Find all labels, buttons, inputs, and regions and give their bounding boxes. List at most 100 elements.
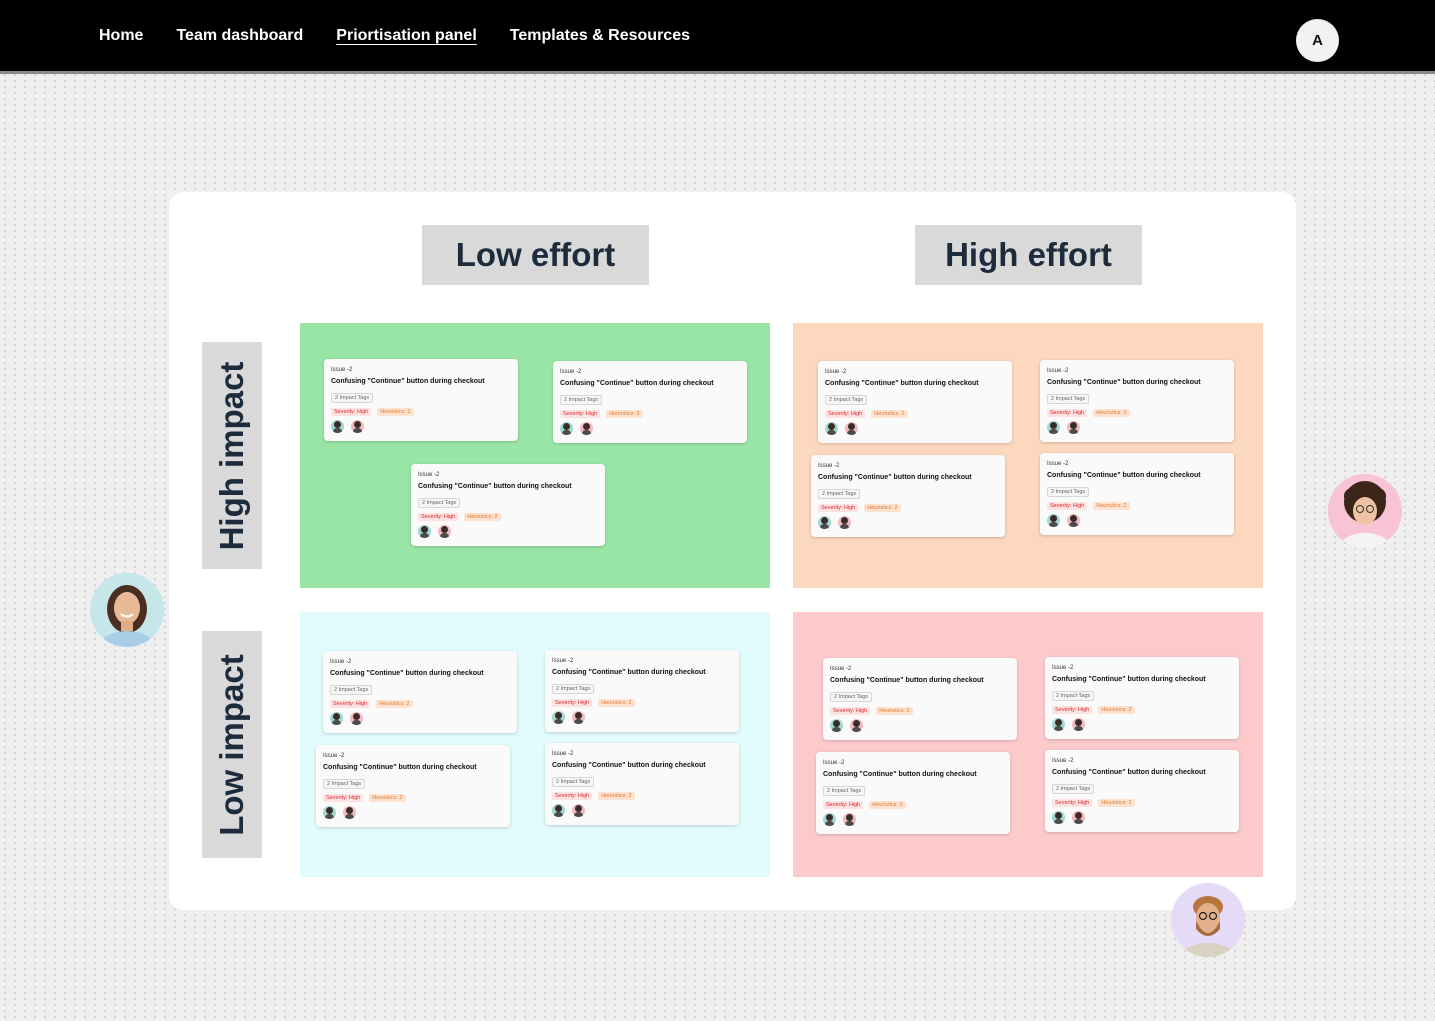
assignee-avatar-icon[interactable] (552, 804, 565, 817)
issue-title: Confusing "Continue" button during check… (825, 380, 979, 387)
issue-card[interactable]: Issue -2 Confusing "Continue" button dur… (411, 464, 605, 546)
assignee-avatar-icon[interactable] (323, 806, 336, 819)
impact-tags-chip[interactable]: 2 Impact Tags (830, 692, 873, 702)
assignee-avatar-icon[interactable] (331, 420, 344, 433)
assignee-avatar-icon[interactable] (572, 804, 585, 817)
assignee-avatar-icon[interactable] (418, 525, 431, 538)
impact-tags-chip[interactable]: 2 Impact Tags (823, 786, 866, 796)
issue-card[interactable]: Issue -2 Confusing "Continue" button dur… (324, 359, 518, 441)
impact-tags-chip[interactable]: 2 Impact Tags (825, 395, 868, 405)
assignee-avatar-icon[interactable] (351, 420, 364, 433)
issue-tags: Severity: High Heuristics: 2 (330, 700, 510, 708)
issue-id: Issue -2 (818, 463, 840, 469)
assignee-avatar-icon[interactable] (1052, 811, 1065, 824)
assignee-avatar-icon[interactable] (845, 422, 858, 435)
issue-card[interactable]: Issue -2 Confusing "Continue" button dur… (545, 650, 739, 732)
issue-title: Confusing "Continue" button during check… (823, 771, 977, 778)
assignee-avatar-icon[interactable] (823, 813, 836, 826)
assignee-avatar-icon[interactable] (830, 719, 843, 732)
assignee-avatar-icon[interactable] (330, 712, 343, 725)
assignee-avatar-icon[interactable] (850, 719, 863, 732)
top-nav-bar: Home Team dashboard Priortisation panel … (0, 0, 1435, 74)
issue-card[interactable]: Issue -2 Confusing "Continue" button dur… (316, 745, 510, 827)
issue-card[interactable]: Issue -2 Confusing "Continue" button dur… (553, 361, 747, 443)
assignee-avatar-icon[interactable] (1067, 421, 1080, 434)
issue-card[interactable]: Issue -2 Confusing "Continue" button dur… (811, 455, 1005, 537)
nav-team-dashboard[interactable]: Team dashboard (176, 27, 303, 45)
issue-card[interactable]: Issue -2 Confusing "Continue" button dur… (1040, 360, 1234, 442)
issue-tags: Severity: High Heuristics: 2 (552, 792, 732, 800)
nav-templates-resources[interactable]: Templates & Resources (510, 27, 690, 45)
avatar-photo-icon (1171, 883, 1245, 957)
issue-card[interactable]: Issue -2 Confusing "Continue" button dur… (816, 752, 1010, 834)
impact-tags-chip[interactable]: 2 Impact Tags (552, 684, 595, 694)
issue-id: Issue -2 (1047, 461, 1069, 467)
severity-tag: Severity: High (560, 410, 601, 418)
issue-id: Issue -2 (331, 367, 353, 373)
issue-card[interactable]: Issue -2 Confusing "Continue" button dur… (823, 658, 1017, 740)
impact-tags-chip[interactable]: 2 Impact Tags (418, 498, 461, 508)
issue-card[interactable]: Issue -2 Confusing "Continue" button dur… (1045, 657, 1239, 739)
issue-title: Confusing "Continue" button during check… (418, 483, 572, 490)
collaborator-avatar (1328, 474, 1402, 548)
heuristics-tag: Heuristics: 2 (606, 410, 643, 418)
issue-tags: Severity: High Heuristics: 2 (1047, 409, 1227, 417)
assignee-avatar-icon[interactable] (580, 422, 593, 435)
heuristics-tag: Heuristics: 2 (1093, 409, 1130, 417)
issue-card[interactable]: Issue -2 Confusing "Continue" button dur… (1045, 750, 1239, 832)
issue-id: Issue -2 (330, 659, 352, 665)
assignee-avatar-icon[interactable] (572, 711, 585, 724)
heuristics-tag: Heuristics: 2 (1098, 799, 1135, 807)
impact-tags-chip[interactable]: 2 Impact Tags (330, 685, 373, 695)
impact-tags-chip[interactable]: 2 Impact Tags (323, 779, 366, 789)
heuristics-tag: Heuristics: 2 (876, 707, 913, 715)
assignee-avatar-icon[interactable] (560, 422, 573, 435)
severity-tag: Severity: High (830, 707, 871, 715)
issue-id: Issue -2 (823, 760, 845, 766)
avatar-photo-icon (90, 573, 164, 647)
assignee-avatar-icon[interactable] (350, 712, 363, 725)
assignee-avatar-icon[interactable] (1047, 421, 1060, 434)
assignee-avatar-icon[interactable] (552, 711, 565, 724)
issue-title: Confusing "Continue" button during check… (830, 677, 984, 684)
impact-tags-chip[interactable]: 2 Impact Tags (331, 393, 374, 403)
impact-tags-chip[interactable]: 2 Impact Tags (1047, 487, 1090, 497)
impact-tags-chip[interactable]: 2 Impact Tags (560, 395, 603, 405)
issue-title: Confusing "Continue" button during check… (1047, 379, 1201, 386)
issue-title: Confusing "Continue" button during check… (323, 764, 477, 771)
quadrant-low-impact-high-effort: Issue -2 Confusing "Continue" button dur… (793, 612, 1263, 877)
assignees (330, 712, 510, 725)
issue-title: Confusing "Continue" button during check… (1052, 676, 1206, 683)
issue-card[interactable]: Issue -2 Confusing "Continue" button dur… (545, 743, 739, 825)
assignee-avatar-icon[interactable] (825, 422, 838, 435)
impact-tags-chip[interactable]: 2 Impact Tags (1052, 784, 1095, 794)
assignee-avatar-icon[interactable] (1072, 811, 1085, 824)
issue-title: Confusing "Continue" button during check… (331, 378, 485, 385)
user-avatar-button[interactable]: A (1296, 19, 1339, 62)
issue-card[interactable]: Issue -2 Confusing "Continue" button dur… (818, 361, 1012, 443)
assignee-avatar-icon[interactable] (818, 516, 831, 529)
severity-tag: Severity: High (823, 801, 864, 809)
impact-tags-chip[interactable]: 2 Impact Tags (552, 777, 595, 787)
issue-tags: Severity: High Heuristics: 2 (418, 513, 598, 521)
issue-id: Issue -2 (1052, 758, 1074, 764)
issue-title: Confusing "Continue" button during check… (552, 762, 706, 769)
nav-prioritisation-panel[interactable]: Priortisation panel (336, 27, 476, 45)
assignee-avatar-icon[interactable] (1072, 718, 1085, 731)
severity-tag: Severity: High (331, 408, 372, 416)
assignee-avatar-icon[interactable] (838, 516, 851, 529)
assignee-avatar-icon[interactable] (1052, 718, 1065, 731)
assignees (552, 711, 732, 724)
assignee-avatar-icon[interactable] (1047, 514, 1060, 527)
impact-tags-chip[interactable]: 2 Impact Tags (1047, 394, 1090, 404)
assignee-avatar-icon[interactable] (438, 525, 451, 538)
assignee-avatar-icon[interactable] (1067, 514, 1080, 527)
impact-tags-chip[interactable]: 2 Impact Tags (818, 489, 861, 499)
heuristics-tag: Heuristics: 2 (864, 504, 901, 512)
assignee-avatar-icon[interactable] (343, 806, 356, 819)
impact-tags-chip[interactable]: 2 Impact Tags (1052, 691, 1095, 701)
assignee-avatar-icon[interactable] (843, 813, 856, 826)
issue-card[interactable]: Issue -2 Confusing "Continue" button dur… (323, 651, 517, 733)
issue-card[interactable]: Issue -2 Confusing "Continue" button dur… (1040, 453, 1234, 535)
nav-home[interactable]: Home (99, 27, 143, 45)
